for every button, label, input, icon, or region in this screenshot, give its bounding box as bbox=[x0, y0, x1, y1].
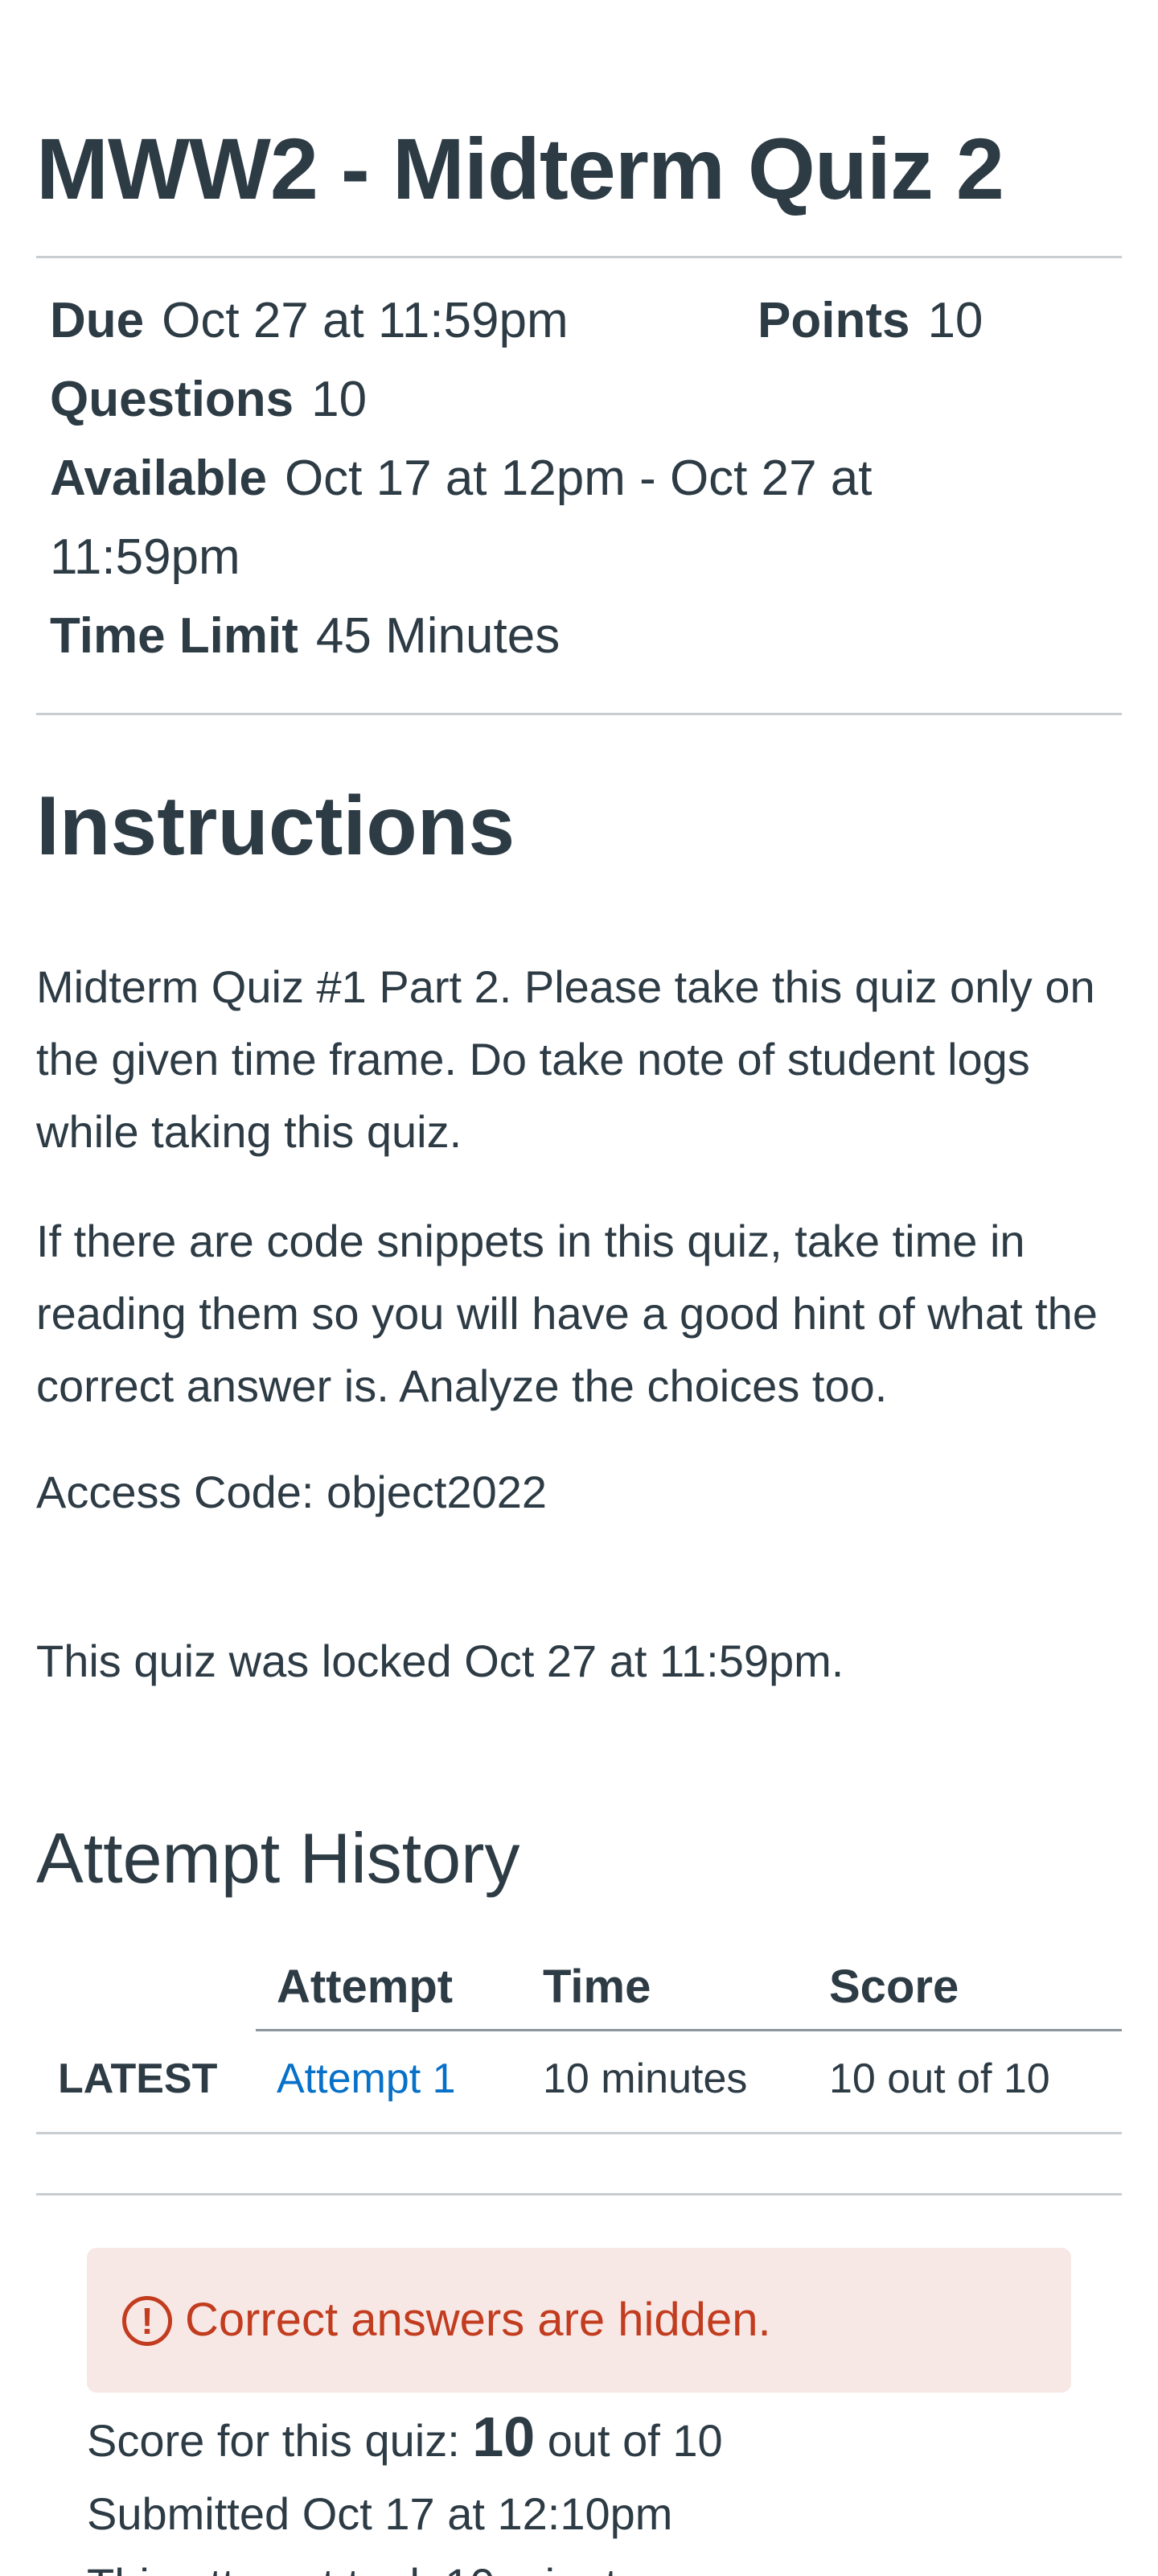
table-bottom-rule bbox=[36, 2132, 1122, 2134]
alert-text: Correct answers are hidden. bbox=[185, 2294, 771, 2346]
access-code: Access Code: object2022 bbox=[36, 1467, 548, 1517]
score-value: 10 bbox=[472, 2405, 536, 2468]
questions-value: 10 bbox=[311, 372, 368, 427]
due-label: Due bbox=[50, 293, 145, 348]
due-value: Oct 27 at 11:59pm bbox=[162, 293, 569, 348]
divider bbox=[36, 713, 1122, 715]
questions-row: Questions 10 bbox=[50, 360, 367, 439]
latest-badge: LATEST bbox=[58, 2055, 218, 2102]
instructions-paragraph-2: If there are code snippets in this quiz,… bbox=[36, 1216, 1098, 1411]
questions-label: Questions bbox=[50, 372, 294, 427]
points-label: Points bbox=[758, 293, 910, 348]
score-cell: 10 out of 10 bbox=[829, 2055, 1050, 2102]
available-label: Available bbox=[50, 451, 267, 506]
attempt-duration: This attempt took 10 minutes. bbox=[87, 2549, 678, 2576]
attempt-history-heading: Attempt History bbox=[36, 1818, 520, 1898]
page-title: MWW2 - Midterm Quiz 2 bbox=[36, 120, 1004, 217]
available-value: Oct 17 at 12pm - Oct 27 at bbox=[284, 451, 873, 506]
available-row: Available Oct 17 at 12pm - Oct 27 at bbox=[50, 439, 873, 518]
table-header-rule bbox=[256, 2029, 1122, 2031]
column-header-attempt: Attempt bbox=[277, 1961, 454, 2013]
attempt-cell: Attempt 1 bbox=[277, 2047, 456, 2111]
score-suffix: out of 10 bbox=[535, 2415, 723, 2466]
due-row: Due Oct 27 at 11:59pm bbox=[50, 282, 569, 360]
available-row-continued: 11:59pm bbox=[50, 518, 240, 597]
points-value: 10 bbox=[927, 293, 983, 348]
exclamation-circle-icon: ! bbox=[122, 2296, 172, 2346]
time-limit-value: 45 Minutes bbox=[315, 608, 561, 664]
divider bbox=[36, 2193, 1122, 2195]
score-prefix: Score for this quiz: bbox=[87, 2415, 473, 2466]
lock-notice: This quiz was locked Oct 27 at 11:59pm. bbox=[36, 1636, 844, 1686]
column-header-time: Time bbox=[543, 1961, 651, 2013]
instructions-heading: Instructions bbox=[36, 780, 515, 873]
time-limit-label: Time Limit bbox=[50, 608, 298, 664]
quiz-page: MWW2 - Midterm Quiz 2 Due Oct 27 at 11:59… bbox=[0, 0, 1158, 2576]
divider bbox=[36, 256, 1122, 258]
attempt-1-link[interactable]: Attempt 1 bbox=[277, 2055, 456, 2102]
submitted-time: Submitted Oct 17 at 12:10pm bbox=[87, 2488, 673, 2539]
available-value-line2: 11:59pm bbox=[50, 529, 240, 585]
instructions-paragraph-1: Midterm Quiz #1 Part 2. Please take this… bbox=[36, 961, 1095, 1157]
points-row: Points 10 bbox=[758, 282, 983, 360]
column-header-score: Score bbox=[829, 1961, 959, 2013]
time-limit-row: Time Limit 45 Minutes bbox=[50, 597, 560, 676]
answers-hidden-alert: ! Correct answers are hidden. bbox=[87, 2248, 1071, 2393]
time-cell: 10 minutes bbox=[543, 2055, 748, 2102]
quiz-score: Score for this quiz: 10 out of 10 bbox=[87, 2401, 723, 2477]
